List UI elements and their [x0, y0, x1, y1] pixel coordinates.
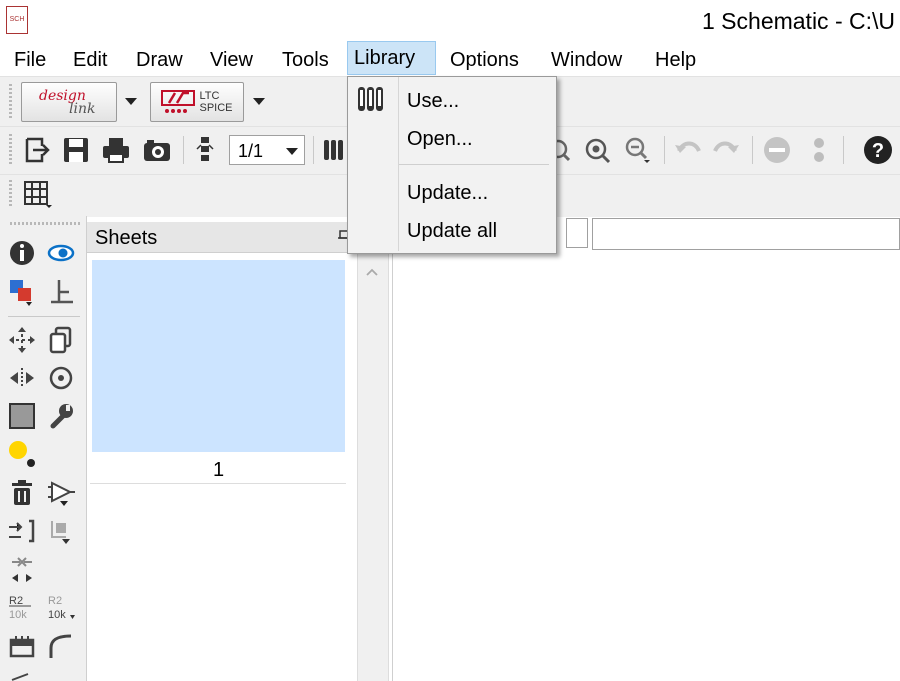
- svg-text:10k: 10k: [9, 609, 27, 621]
- ltspice-dropdown-arrow[interactable]: [253, 98, 265, 105]
- more-vertical-icon[interactable]: [806, 134, 832, 166]
- menu-item-use[interactable]: Use...: [399, 84, 553, 118]
- menu-view[interactable]: View: [204, 46, 259, 74]
- menu-item-update-all[interactable]: Update all: [399, 214, 553, 248]
- camera-icon[interactable]: [140, 134, 174, 166]
- add-part-icon[interactable]: [46, 478, 76, 508]
- command-input[interactable]: [592, 218, 900, 250]
- name-r2-icon[interactable]: R2 10k: [7, 592, 37, 622]
- redo-icon[interactable]: [710, 134, 742, 166]
- menu-library[interactable]: Library: [347, 41, 436, 75]
- stop-icon[interactable]: [761, 134, 793, 166]
- app-icon[interactable]: SCH: [6, 6, 28, 34]
- save-icon[interactable]: [60, 134, 92, 166]
- ltspice-logo-icon: [161, 90, 196, 113]
- menu-draw[interactable]: Draw: [130, 46, 189, 74]
- schematic-canvas[interactable]: [392, 252, 900, 681]
- page-stack-icon[interactable]: [192, 134, 218, 166]
- menu-item-open[interactable]: Open...: [399, 122, 553, 156]
- toolbar-separator: [664, 136, 665, 164]
- menu-separator: [399, 164, 549, 165]
- help-icon[interactable]: ?: [862, 134, 894, 166]
- menu-item-update[interactable]: Update...: [399, 176, 553, 210]
- library-icon[interactable]: [320, 134, 346, 166]
- svg-text:10k: 10k: [48, 609, 66, 621]
- ltspice-label-bottom: SPICE: [199, 102, 233, 114]
- svg-text:?: ?: [872, 140, 884, 162]
- delete-icon[interactable]: [7, 478, 37, 508]
- menu-options[interactable]: Options: [444, 46, 525, 74]
- command-prefix-box[interactable]: [566, 218, 588, 248]
- miter-icon[interactable]: [46, 631, 76, 661]
- move-icon[interactable]: [7, 325, 37, 355]
- smash-icon[interactable]: [7, 631, 37, 661]
- value-r2-icon[interactable]: R2 10k: [46, 592, 76, 622]
- toolbar-grip[interactable]: [9, 84, 12, 118]
- grid-icon[interactable]: [20, 178, 54, 210]
- rotate-icon[interactable]: [46, 363, 76, 393]
- designlink-dropdown-arrow[interactable]: [125, 98, 137, 105]
- svg-text:R2: R2: [48, 595, 62, 607]
- mark-icon[interactable]: [46, 277, 76, 307]
- highlight-icon[interactable]: [7, 439, 37, 469]
- mirror-icon[interactable]: [7, 363, 37, 393]
- layer-color-icon[interactable]: [7, 277, 37, 307]
- window-title: 1 Schematic - C:\U: [702, 8, 895, 34]
- sheets-divider: [90, 483, 346, 484]
- undo-icon[interactable]: [672, 134, 704, 166]
- gate-swap-icon[interactable]: [46, 516, 76, 546]
- group-icon[interactable]: [7, 401, 37, 431]
- menu-window[interactable]: Window: [545, 46, 628, 74]
- designlink-label-bottom: link: [69, 101, 96, 117]
- toolbox-more-icon[interactable]: [7, 668, 37, 681]
- zoom-fit-icon[interactable]: [582, 134, 612, 166]
- wrench-icon[interactable]: [46, 401, 76, 431]
- copy-icon[interactable]: [46, 325, 76, 355]
- svg-text:R2: R2: [9, 595, 23, 607]
- page-select[interactable]: 1/1: [229, 135, 305, 165]
- ltspice-button[interactable]: LTC SPICE: [150, 82, 244, 122]
- sheets-scrollbar[interactable]: [357, 254, 389, 681]
- toolbar-separator: [843, 136, 844, 164]
- chevron-down-icon: [286, 148, 298, 155]
- toolbar-separator: [313, 136, 314, 164]
- menu-help[interactable]: Help: [649, 46, 702, 74]
- toolbar-grip[interactable]: [9, 134, 12, 166]
- ltspice-label-top: LTC: [199, 90, 220, 102]
- sheets-panel-title: Sheets: [95, 227, 158, 249]
- menu-tools[interactable]: Tools: [276, 46, 335, 74]
- zoom-out-icon[interactable]: [620, 134, 654, 166]
- toolbar-grip[interactable]: [9, 180, 12, 208]
- sheet-number: 1: [213, 459, 225, 481]
- print-icon[interactable]: [99, 134, 133, 166]
- menu-edit[interactable]: Edit: [67, 46, 113, 74]
- menu-file[interactable]: File: [8, 46, 52, 74]
- pin-swap-icon[interactable]: [7, 516, 37, 546]
- toolbox-grip[interactable]: [10, 222, 80, 225]
- info-icon[interactable]: [7, 238, 37, 268]
- open-icon[interactable]: [22, 134, 52, 166]
- library-icon: [355, 84, 387, 114]
- toolbox-separator: [8, 316, 80, 317]
- toolbar-separator: [183, 136, 184, 164]
- show-eye-icon[interactable]: [46, 238, 76, 268]
- toolbar-separator: [752, 136, 753, 164]
- split-icon[interactable]: [7, 553, 37, 583]
- scroll-up-icon[interactable]: [364, 264, 380, 280]
- designlink-button[interactable]: design link: [21, 82, 117, 122]
- page-select-value: 1/1: [238, 141, 264, 161]
- sheet-thumbnail[interactable]: [92, 260, 345, 452]
